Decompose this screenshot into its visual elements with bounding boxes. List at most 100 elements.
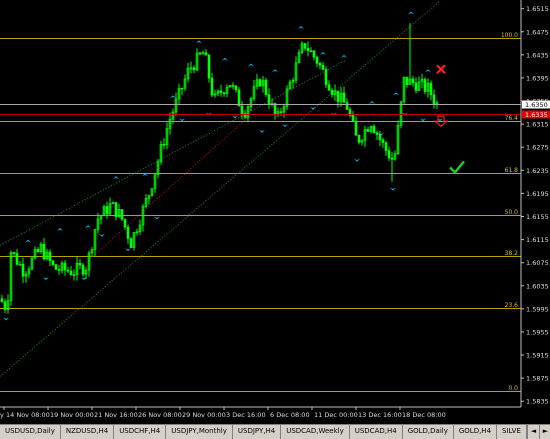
candle-body bbox=[69, 270, 73, 276]
candle-body bbox=[15, 253, 19, 265]
chart-tabs-bar: USDUSD,Daily NZDUSD,H4 USDCHF,H4 USDJPY,Mon… bbox=[0, 424, 550, 439]
candle-body bbox=[105, 206, 109, 215]
price-tick-label: 1.6475 bbox=[526, 28, 549, 36]
candle-body bbox=[414, 82, 418, 91]
fib-label: 0.0 bbox=[508, 385, 518, 392]
candle-body bbox=[405, 76, 409, 85]
time-tick-label: 26 Nov 08:00 bbox=[138, 411, 182, 419]
candle-body bbox=[12, 252, 16, 254]
fib-label: 50.0 bbox=[505, 209, 519, 216]
candle-body bbox=[432, 94, 436, 105]
candle-body bbox=[354, 120, 358, 136]
candle-body bbox=[273, 103, 277, 115]
candle-body bbox=[129, 238, 133, 249]
candle-body bbox=[309, 50, 313, 53]
time-tick-label: 6 Dec 08:00 bbox=[270, 411, 310, 419]
candle-body bbox=[204, 52, 208, 56]
candle-body bbox=[198, 52, 202, 55]
candle-body bbox=[240, 105, 244, 115]
candle-body bbox=[303, 43, 307, 49]
chart-tab[interactable]: USDCAD,H4 bbox=[349, 425, 403, 439]
candle-body bbox=[48, 251, 52, 262]
candle-body bbox=[387, 150, 391, 159]
candle-body bbox=[342, 92, 346, 103]
chart-area[interactable]: 100.0 76.4 61.8 50.0 38.2 23.6 0.0 1.6515 1.647… bbox=[0, 0, 550, 438]
candle-body bbox=[231, 85, 235, 87]
chart-tab[interactable]: USDCAD,Weekly bbox=[281, 425, 350, 439]
candle-body bbox=[42, 244, 46, 260]
candle-body bbox=[162, 143, 166, 146]
candle-body bbox=[180, 87, 184, 90]
fib-label: 100.0 bbox=[501, 32, 518, 39]
candle-body bbox=[267, 94, 271, 105]
candle-body bbox=[327, 84, 331, 91]
candle-body bbox=[0, 298, 4, 303]
candle-body bbox=[234, 85, 238, 91]
candle-body bbox=[381, 139, 385, 144]
candle-body bbox=[237, 89, 241, 107]
price-tick-label: 1.6115 bbox=[526, 236, 549, 244]
chart-tab[interactable]: SILVE bbox=[497, 425, 527, 439]
chart-tab[interactable]: GOLD,Daily bbox=[402, 425, 454, 439]
price-chart[interactable]: 100.0 76.4 61.8 50.0 38.2 23.6 0.0 1.6515 1.647… bbox=[0, 0, 550, 424]
price-tick-label: 1.6435 bbox=[526, 51, 549, 59]
chart-tab[interactable]: USDUSD,Daily bbox=[0, 425, 61, 439]
candle-body bbox=[123, 218, 127, 228]
fib-label: 23.6 bbox=[505, 302, 519, 309]
price-tick-label: 1.6035 bbox=[526, 282, 549, 290]
time-tick-label: 3 Dec 16:00 bbox=[226, 411, 266, 419]
chart-tab[interactable]: USDJPY,H4 bbox=[232, 425, 282, 439]
price-tick-label: 1.5955 bbox=[526, 328, 549, 336]
fib-label: 38.2 bbox=[505, 250, 519, 257]
price-tick-label: 1.6075 bbox=[526, 259, 549, 267]
candle-body bbox=[207, 54, 211, 79]
candle-body bbox=[345, 102, 349, 110]
price-tick-label: 1.6515 bbox=[526, 5, 549, 13]
candle-body bbox=[192, 67, 196, 71]
time-tick-label: 11 Dec 00:00 bbox=[314, 411, 358, 419]
candle-body bbox=[411, 78, 415, 84]
current-price-label: 1.6350 bbox=[525, 101, 548, 109]
tab-prev-arrow[interactable]: ◄ bbox=[526, 425, 539, 439]
price-tick-label: 1.5835 bbox=[526, 398, 549, 406]
candle-body bbox=[120, 209, 124, 220]
candle-body bbox=[81, 264, 85, 275]
candle-body bbox=[318, 63, 322, 66]
time-tick-label: 18 Dec 08:00 bbox=[402, 411, 446, 419]
time-label-partial: y bbox=[0, 411, 4, 419]
candle-body bbox=[375, 132, 379, 135]
candle-body bbox=[384, 142, 388, 151]
candle-body bbox=[63, 262, 67, 271]
chart-tab[interactable]: USDJPY,Monthly bbox=[166, 425, 233, 439]
price-tick-label: 1.6155 bbox=[526, 213, 549, 221]
candle-body bbox=[423, 79, 427, 92]
tab-list: USDUSD,Daily NZDUSD,H4 USDCHF,H4 USDJPY,Mon… bbox=[0, 425, 527, 439]
price-tick-label: 1.5875 bbox=[526, 375, 549, 383]
candle-body bbox=[324, 69, 328, 85]
price-tick-label: 1.6315 bbox=[526, 121, 549, 129]
red-price-label: 1.6335 bbox=[525, 111, 548, 119]
tab-next-arrow[interactable]: ► bbox=[538, 425, 550, 439]
candle-body bbox=[357, 135, 361, 143]
time-tick-label: 14 Nov 08:00 bbox=[6, 411, 50, 419]
candle-body bbox=[330, 89, 334, 95]
chart-tab[interactable]: USDCHF,H4 bbox=[114, 425, 167, 439]
candle-body bbox=[210, 77, 214, 96]
candle-body bbox=[57, 269, 61, 271]
time-tick-label: 21 Nov 16:00 bbox=[94, 411, 138, 419]
fib-label: 76.4 bbox=[505, 115, 519, 122]
candle-body bbox=[306, 48, 310, 52]
time-tick-label: 19 Nov 00:00 bbox=[50, 411, 94, 419]
candle-body bbox=[336, 90, 340, 102]
candle-body bbox=[3, 301, 7, 310]
candle-body bbox=[312, 50, 316, 58]
candle-body bbox=[258, 79, 262, 87]
price-tick-label: 1.6195 bbox=[526, 190, 549, 198]
candle-body bbox=[36, 249, 40, 252]
candle-body bbox=[54, 264, 58, 270]
chart-tab[interactable]: GOLD,H4 bbox=[453, 425, 498, 439]
chart-tab[interactable]: NZDUSD,H4 bbox=[60, 425, 115, 439]
candle-body bbox=[315, 56, 319, 64]
chart-background bbox=[0, 0, 550, 424]
price-tick-label: 1.5915 bbox=[526, 352, 549, 360]
